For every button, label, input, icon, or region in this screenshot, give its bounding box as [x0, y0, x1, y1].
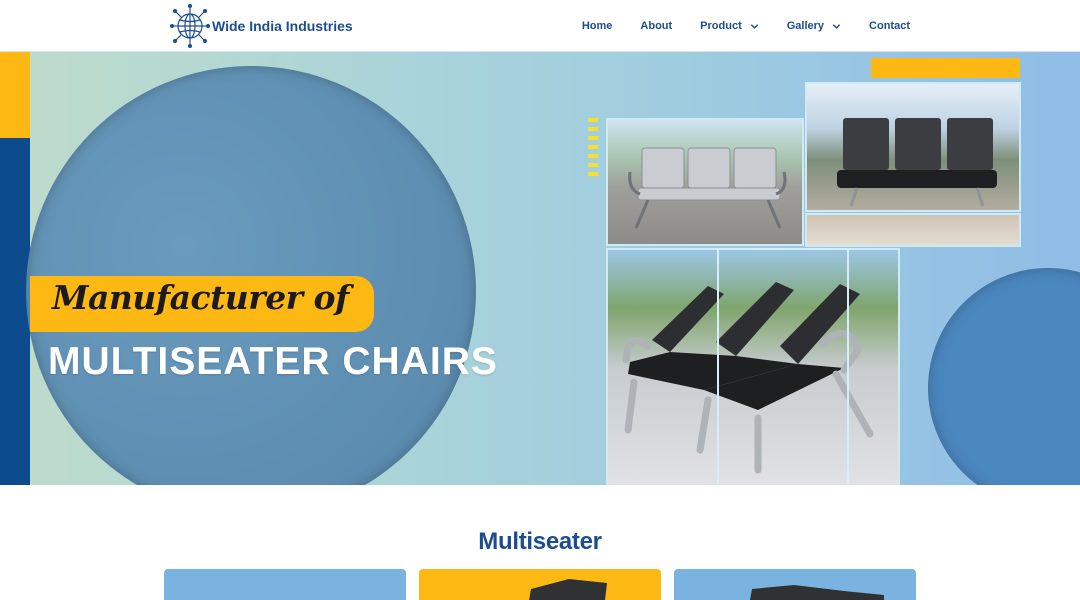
nav-about-label: About: [640, 20, 673, 32]
nav-gallery[interactable]: Gallery: [787, 20, 841, 32]
nav-home-label: Home: [581, 20, 613, 32]
nav-home[interactable]: Home: [582, 20, 613, 32]
brand-logo[interactable]: Wide India Industries: [170, 3, 353, 49]
hero-banner: Manufacturer of MULTISEATER CHAIRS: [0, 52, 1080, 485]
section-title: Multiseater: [478, 528, 602, 555]
globe-network-icon: [170, 4, 210, 48]
nav-gallery-label: Gallery: [786, 20, 825, 32]
accent-bar-top: [871, 58, 1020, 78]
nav-contact[interactable]: Contact: [869, 20, 910, 32]
site-header: Wide India Industries Home About Product…: [0, 0, 1080, 52]
accent-bar-blue: [0, 138, 30, 485]
floor-tile-strip: [805, 213, 1021, 247]
brand-name: Wide India Industries: [212, 18, 353, 34]
chair-photo-black-terrace: [805, 82, 1021, 212]
main-nav: Home About Product Gallery Contact: [582, 0, 910, 52]
nav-product[interactable]: Product: [700, 20, 759, 32]
hero-tagline: Manufacturer of: [52, 278, 349, 317]
collage-frame-overlay: [717, 248, 849, 485]
chevron-down-icon: [832, 23, 841, 29]
decorative-dashes: [588, 118, 598, 181]
nav-about[interactable]: About: [640, 20, 672, 32]
product-card[interactable]: [164, 569, 406, 600]
chevron-down-icon: [750, 23, 758, 29]
hero-title: MULTISEATER CHAIRS: [48, 340, 498, 383]
accent-bar-yellow: [0, 52, 30, 138]
product-card[interactable]: [419, 569, 661, 600]
product-card[interactable]: [674, 569, 916, 600]
decorative-circle-small: [928, 268, 1080, 485]
nav-contact-label: Contact: [869, 20, 910, 32]
chair-photo-silver: [606, 118, 804, 246]
nav-product-label: Product: [700, 20, 742, 32]
